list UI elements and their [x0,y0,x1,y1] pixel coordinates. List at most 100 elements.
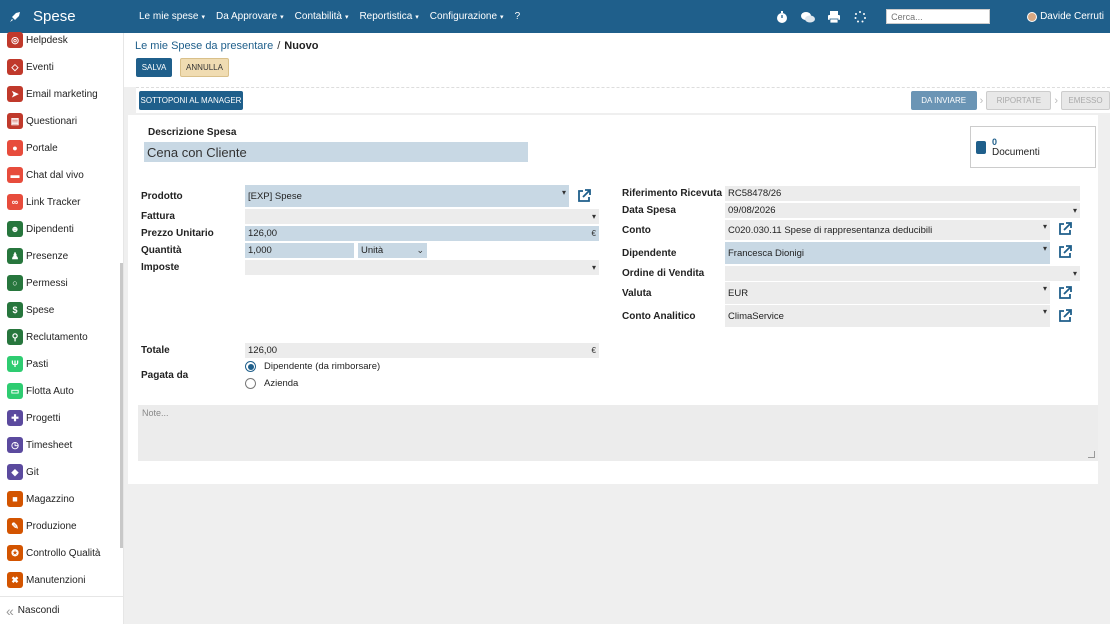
external-link-icon[interactable] [1058,245,1072,259]
topbar-right: Davide Cerruti [764,0,1110,33]
resize-grip-icon[interactable] [1088,451,1095,458]
app-title: Spese [33,8,76,25]
cancel-button[interactable]: ANNULLA [180,58,229,77]
app-brand[interactable]: Spese [0,8,130,25]
radio-azienda[interactable]: Azienda [245,378,298,389]
sidebar-item-eventi[interactable]: ◇ Eventi [0,56,122,78]
sidebar-hide-toggle[interactable]: « Nascondi [0,596,124,624]
prezzo-unitario-field[interactable]: 126,00 € [245,226,599,241]
menu-le-mie-spese[interactable]: Le mie spese ▾ [139,11,205,22]
documents-button[interactable]: 0 Documenti [970,126,1096,168]
double-chevron-left-icon: « [6,602,14,619]
sidebar-item-spese[interactable]: $ Spese [0,299,122,321]
conto-analitico-select[interactable]: ClimaService ▾ [725,305,1050,327]
external-link-icon[interactable] [577,189,591,203]
caret-down-icon: ▾ [201,13,205,21]
menu-help[interactable]: ? [515,11,521,22]
status-stages: DA INVIARE › RIPORTATE › EMESSO [910,91,1110,110]
quantita-field[interactable]: 1,000 [245,243,354,258]
search-person-icon: ⚲ [7,329,23,345]
sidebar-item-questionari[interactable]: ▤ Questionari [0,110,122,132]
sidebar-scrollbar[interactable] [120,263,123,548]
sidebar-item-dipendenti[interactable]: ☻ Dipendenti [0,218,122,240]
sidebar-item-manutenzioni[interactable]: ✖ Manutenzioni [0,569,122,591]
chat-bubble-icon: ▬ [7,167,23,183]
sidebar-item-presenze[interactable]: ♟ Presenze [0,245,122,267]
conto-value: C020.030.11 Spese di rappresentanza dedu… [728,224,933,236]
radio-dipendente[interactable]: Dipendente (da rimborsare) [245,361,380,372]
imposte-label: Imposte [141,262,180,273]
conto-label: Conto [622,225,651,236]
menu-reportistica[interactable]: Reportistica ▾ [359,11,418,22]
caret-down-icon: ▾ [561,187,566,197]
dipendente-value: Francesca Dionigi [728,247,805,259]
description-field[interactable]: Cena con Cliente [144,142,528,162]
sidebar-item-flotta-auto[interactable]: ▭ Flotta Auto [0,380,122,402]
sidebar-item-label: Helpdesk [26,34,68,46]
unita-select[interactable]: Unità ⌄ [358,243,427,258]
sidebar-item-timesheet[interactable]: ◷ Timesheet [0,434,122,456]
external-link-icon[interactable] [1058,309,1072,323]
user-menu[interactable]: Davide Cerruti [1027,11,1104,22]
submit-to-manager-button[interactable]: SOTTOPONI AL MANAGER [139,91,243,110]
quality-icon: ✪ [7,545,23,561]
sidebar-item-produzione[interactable]: ✎ Produzione [0,515,122,537]
sidebar-item-portale[interactable]: ● Portale [0,137,122,159]
sidebar-item-link-tracker[interactable]: ∞ Link Tracker [0,191,122,213]
radio-label: Dipendente (da rimborsare) [264,361,381,372]
external-link-icon[interactable] [1058,222,1072,236]
quantita-value: 1,000 [248,245,272,256]
imposte-select[interactable]: ▾ [245,260,599,275]
rif-ricevuta-field[interactable]: RC58478/26 [725,186,1080,201]
caret-down-icon: ▾ [280,13,284,21]
rif-label: Riferimento Ricevuta [622,188,723,199]
prodotto-value: [EXP] Spese [248,190,302,202]
sidebar-item-helpdesk[interactable]: ◎ Helpdesk [0,29,122,51]
sidebar-item-reclutamento[interactable]: ⚲ Reclutamento [0,326,122,348]
sidebar-item-pasti[interactable]: Ψ Pasti [0,353,122,375]
sidebar-item-magazzino[interactable]: ■ Magazzino [0,488,122,510]
sidebar-item-controllo-qualita[interactable]: ✪ Controllo Qualità [0,542,122,564]
stage-da-inviare[interactable]: DA INVIARE [910,91,977,110]
sidebar-item-permessi[interactable]: ○ Permessi [0,272,122,294]
person-icon: ♟ [7,248,23,264]
sidebar-item-label: Progetti [26,412,61,424]
stage-emesso[interactable]: EMESSO [1061,91,1110,110]
sidebar-item-email-marketing[interactable]: ➤ Email marketing [0,83,122,105]
valuta-select[interactable]: EUR ▾ [725,282,1050,304]
dipendente-select[interactable]: Francesca Dionigi ▾ [725,242,1050,264]
ticket-icon: ◇ [7,59,23,75]
menu-configurazione[interactable]: Configurazione ▾ [430,11,504,22]
breadcrumb-parent[interactable]: Le mie Spese da presentare [135,40,273,52]
radio-button[interactable] [245,361,256,372]
totale-value: 126,00 [248,345,278,356]
radio-button[interactable] [245,378,256,389]
prodotto-select[interactable]: [EXP] Spese ▾ [245,185,569,207]
sidebar-item-label: Spese [26,304,55,316]
ordine-vendita-select[interactable]: ▾ [725,266,1080,281]
chat-icon[interactable] [800,9,816,25]
menu-da-approvare[interactable]: Da Approvare ▾ [216,11,284,22]
stage-riportate[interactable]: RIPORTATE [986,91,1052,110]
sidebar-item-label: Dipendenti [26,223,74,235]
documents-stat: 0 Documenti [992,137,1040,158]
menu-contabilita[interactable]: Contabilità ▾ [295,11,349,22]
puzzle-icon: ✚ [7,410,23,426]
conto-select[interactable]: C020.030.11 Spese di rappresentanza dedu… [725,220,1050,240]
save-button[interactable]: SALVA [136,58,172,77]
sidebar-item-git[interactable]: ◆ Git [0,461,122,483]
clock-icon: ◷ [7,437,23,453]
timer-icon[interactable] [774,9,790,25]
sidebar-item-progetti[interactable]: ✚ Progetti [0,407,122,429]
user-name: Davide Cerruti [1040,11,1104,22]
external-link-icon[interactable] [1058,286,1072,300]
sidebar-item-chat-dal-vivo[interactable]: ▬ Chat dal vivo [0,164,122,186]
sidebar-item-label: Link Tracker [26,196,81,208]
search-input[interactable] [886,9,991,24]
notes-textarea[interactable]: Note... [138,405,1098,461]
printer-icon[interactable] [826,9,842,25]
fattura-select[interactable]: ▾ [245,209,599,224]
sidebar-item-label: Eventi [26,61,54,73]
data-spesa-field[interactable]: 09/08/2026 ▾ [725,203,1080,218]
main-content: Le mie Spese da presentare / Nuovo SALVA A… [124,33,1110,624]
